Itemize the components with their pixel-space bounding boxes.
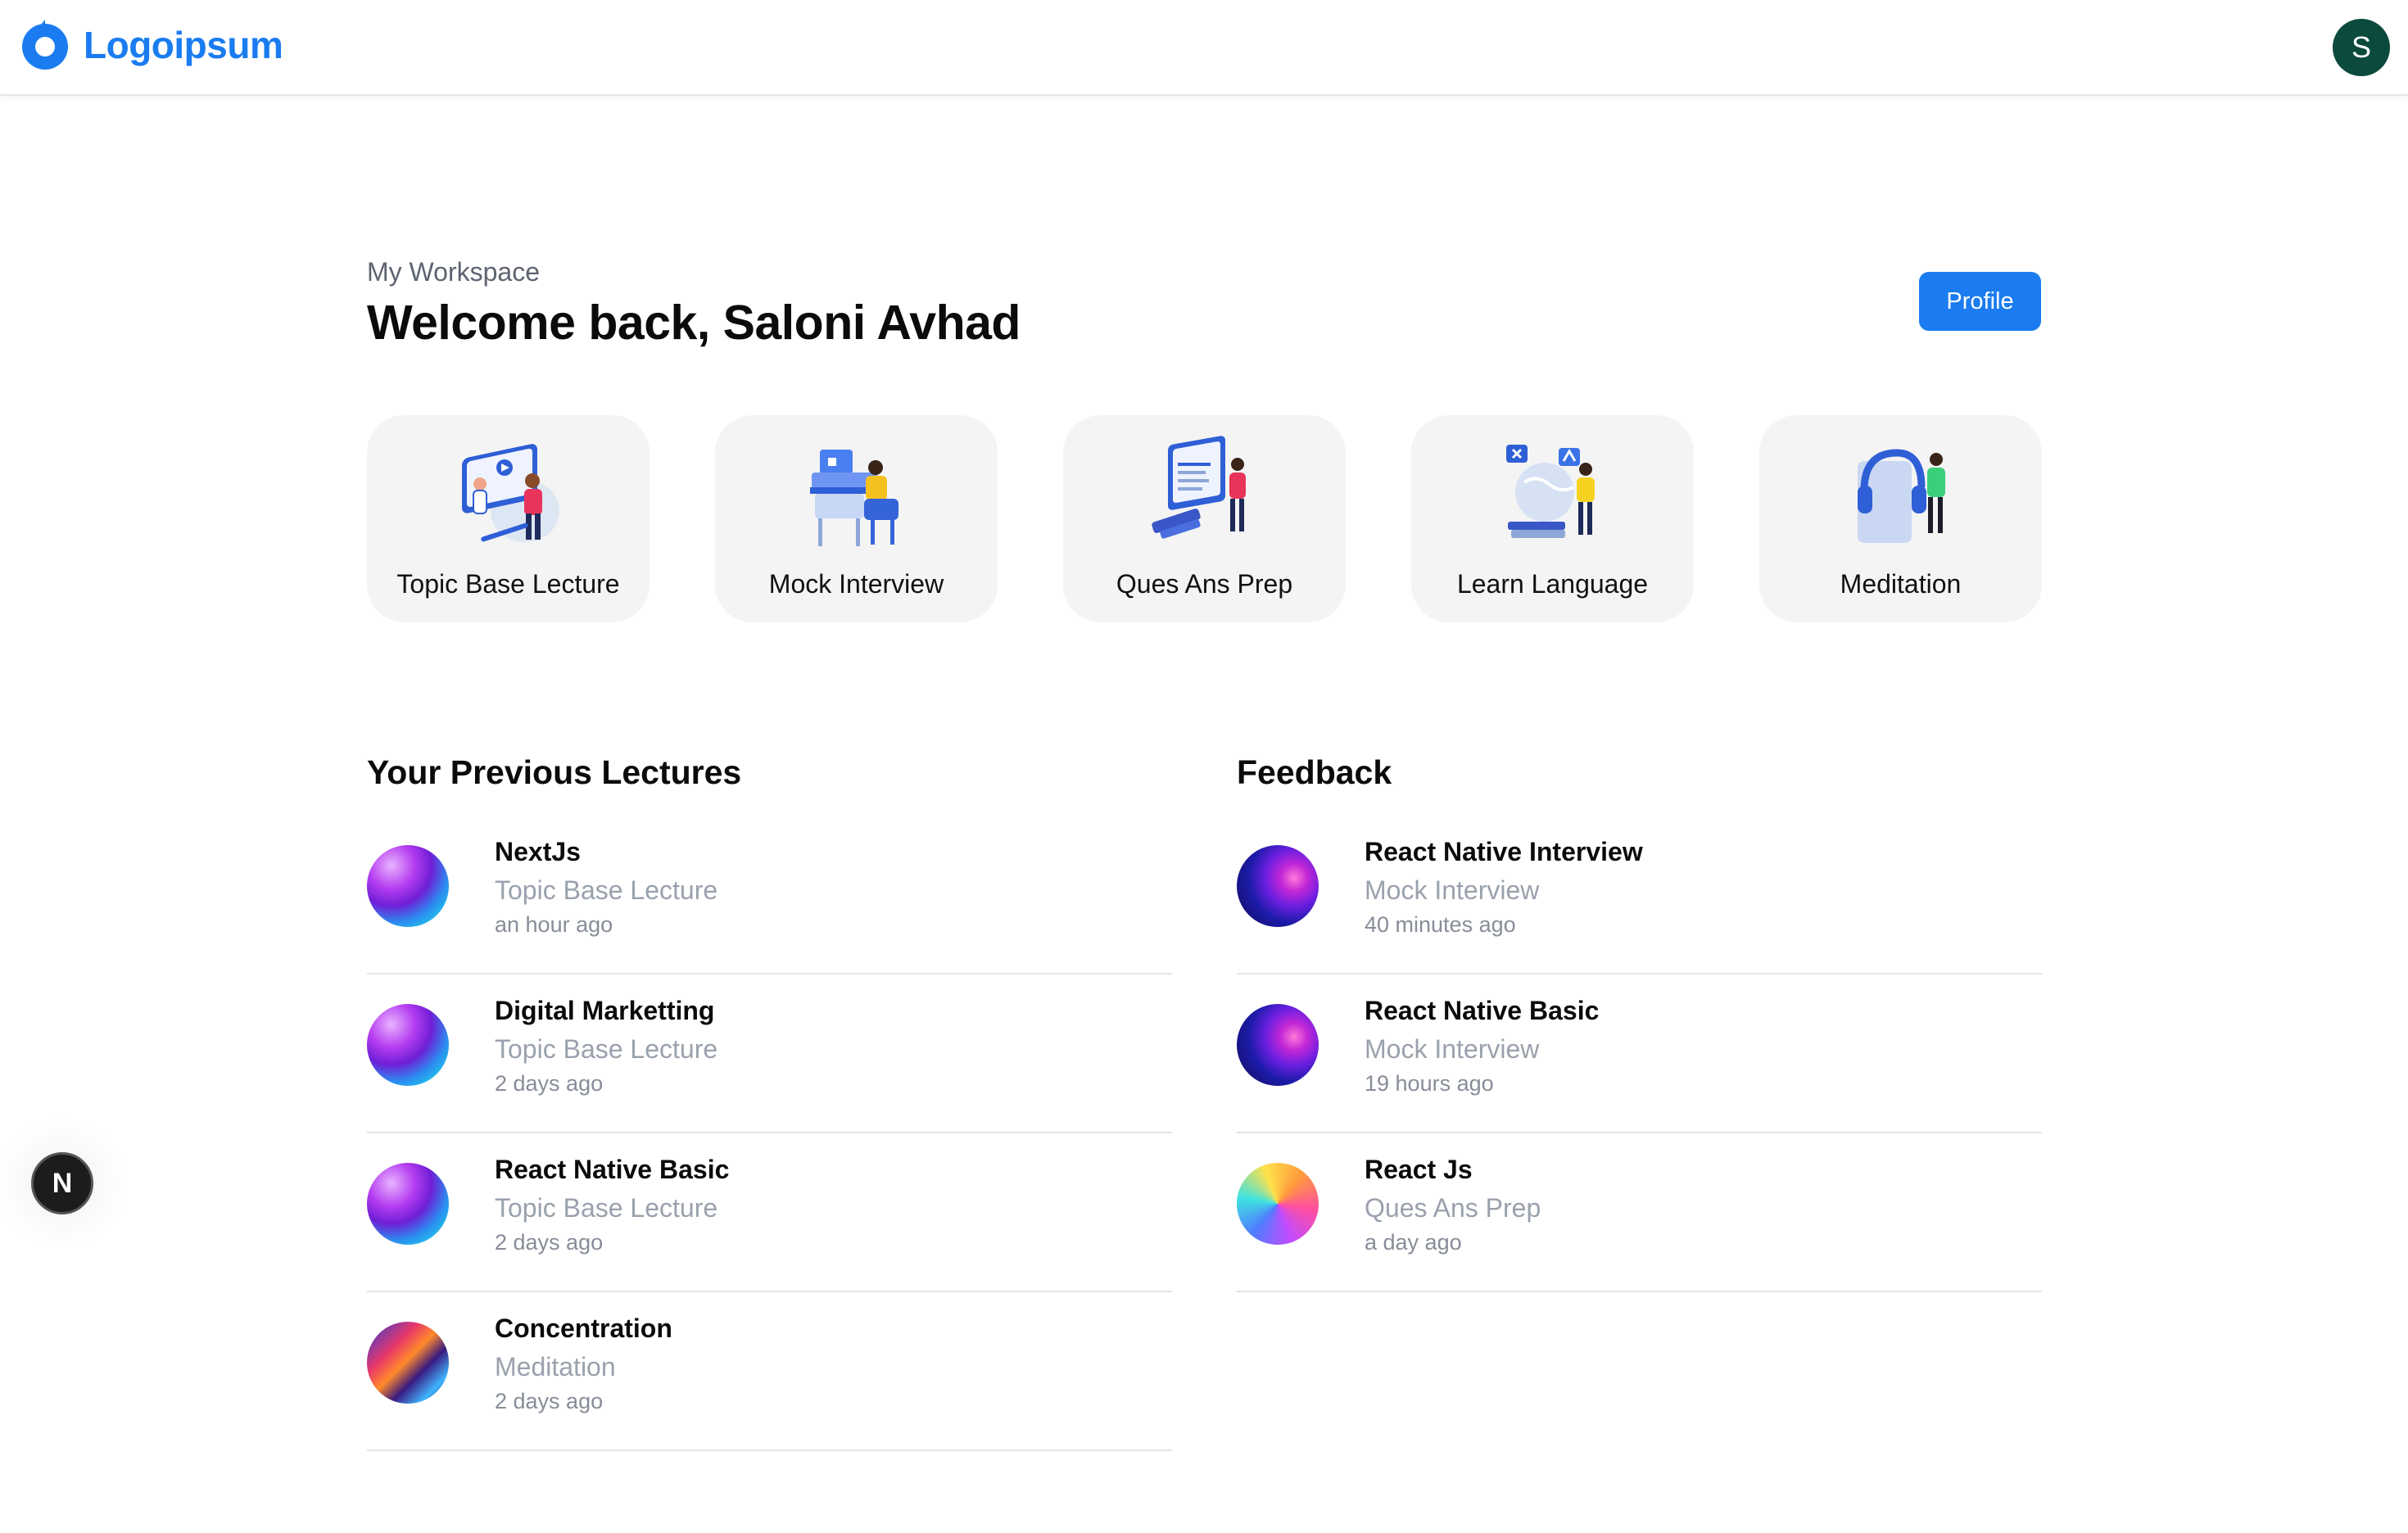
item-name: NextJs	[495, 837, 581, 866]
previous-lectures-list: NextJs Topic Base Lecture an hour ago Di…	[367, 816, 1172, 1451]
item-type: Ques Ans Prep	[1365, 1193, 1541, 1223]
top-navbar: Logoipsum S	[0, 0, 2408, 96]
card-label: Mock Interview	[768, 569, 944, 599]
card-label: Ques Ans Prep	[1116, 569, 1293, 599]
card-ques-ans-prep[interactable]: Ques Ans Prep	[1063, 415, 1346, 622]
card-meditation[interactable]: Meditation	[1759, 415, 2042, 622]
feedback-thumbnail	[1237, 845, 1319, 927]
language-illustration-icon	[1505, 445, 1595, 538]
feedback-list: React Native Interview Mock Interview 40…	[1237, 816, 2042, 1292]
list-item[interactable]: React Native Basic Mock Interview 19 hou…	[1237, 975, 2042, 1133]
item-time: 2 days ago	[495, 1071, 604, 1096]
lecture-thumbnail	[367, 845, 449, 927]
category-cards: Topic Base Lecture Mock Interview Ques A…	[367, 415, 2042, 622]
item-type: Topic Base Lecture	[495, 1193, 718, 1223]
feedback-title: Feedback	[1237, 753, 1392, 791]
list-item[interactable]: Concentration Meditation 2 days ago	[367, 1292, 1172, 1451]
workspace-label: My Workspace	[367, 257, 541, 287]
item-type: Meditation	[495, 1352, 616, 1382]
item-type: Topic Base Lecture	[495, 1034, 718, 1064]
qa-prep-illustration-icon	[1151, 436, 1246, 539]
logo-icon	[22, 20, 68, 70]
card-label: Meditation	[1840, 569, 1962, 599]
lecture-thumbnail	[367, 1322, 449, 1404]
interview-illustration-icon	[809, 450, 898, 546]
item-type: Mock Interview	[1365, 875, 1540, 905]
meditation-illustration-icon	[1857, 449, 1945, 543]
item-name: Digital Marketting	[495, 996, 715, 1025]
previous-lectures-title: Your Previous Lectures	[367, 753, 742, 791]
lecture-thumbnail	[367, 1004, 449, 1086]
page-title: Welcome back, Saloni Avhad	[367, 296, 1021, 350]
logo[interactable]: Logoipsum	[18, 18, 283, 72]
list-item[interactable]: React Js Ques Ans Prep a day ago	[1237, 1133, 2042, 1292]
item-type: Mock Interview	[1365, 1034, 1540, 1064]
list-item[interactable]: React Native Interview Mock Interview 40…	[1237, 816, 2042, 975]
logo-text: Logoipsum	[84, 24, 283, 66]
item-time: 40 minutes ago	[1365, 912, 1516, 937]
item-time: an hour ago	[495, 912, 613, 937]
item-name: React Native Interview	[1365, 837, 1643, 866]
item-time: 2 days ago	[495, 1230, 604, 1255]
lecture-illustration-icon	[461, 444, 559, 542]
lecture-thumbnail	[367, 1163, 449, 1245]
feedback-thumbnail	[1237, 1004, 1319, 1086]
profile-button[interactable]: Profile	[1919, 272, 2041, 331]
list-item[interactable]: Digital Marketting Topic Base Lecture 2 …	[367, 975, 1172, 1133]
list-item[interactable]: React Native Basic Topic Base Lecture 2 …	[367, 1133, 1172, 1292]
card-label: Topic Base Lecture	[396, 569, 620, 599]
item-type: Topic Base Lecture	[495, 875, 718, 905]
nextjs-dev-badge[interactable]: N	[31, 1152, 93, 1214]
item-name: Concentration	[495, 1314, 672, 1343]
card-label: Learn Language	[1456, 569, 1649, 599]
item-name: React Native Basic	[1365, 996, 1600, 1025]
card-topic-base-lecture[interactable]: Topic Base Lecture	[367, 415, 650, 622]
card-mock-interview[interactable]: Mock Interview	[715, 415, 998, 622]
feedback-thumbnail	[1237, 1163, 1319, 1245]
item-time: a day ago	[1365, 1230, 1462, 1255]
item-name: React Js	[1365, 1155, 1473, 1184]
item-time: 19 hours ago	[1365, 1071, 1494, 1096]
item-time: 2 days ago	[495, 1389, 604, 1413]
item-name: React Native Basic	[495, 1155, 730, 1184]
user-avatar[interactable]: S	[2333, 19, 2390, 76]
card-learn-language[interactable]: Learn Language	[1411, 415, 1694, 622]
list-item[interactable]: NextJs Topic Base Lecture an hour ago	[367, 816, 1172, 975]
